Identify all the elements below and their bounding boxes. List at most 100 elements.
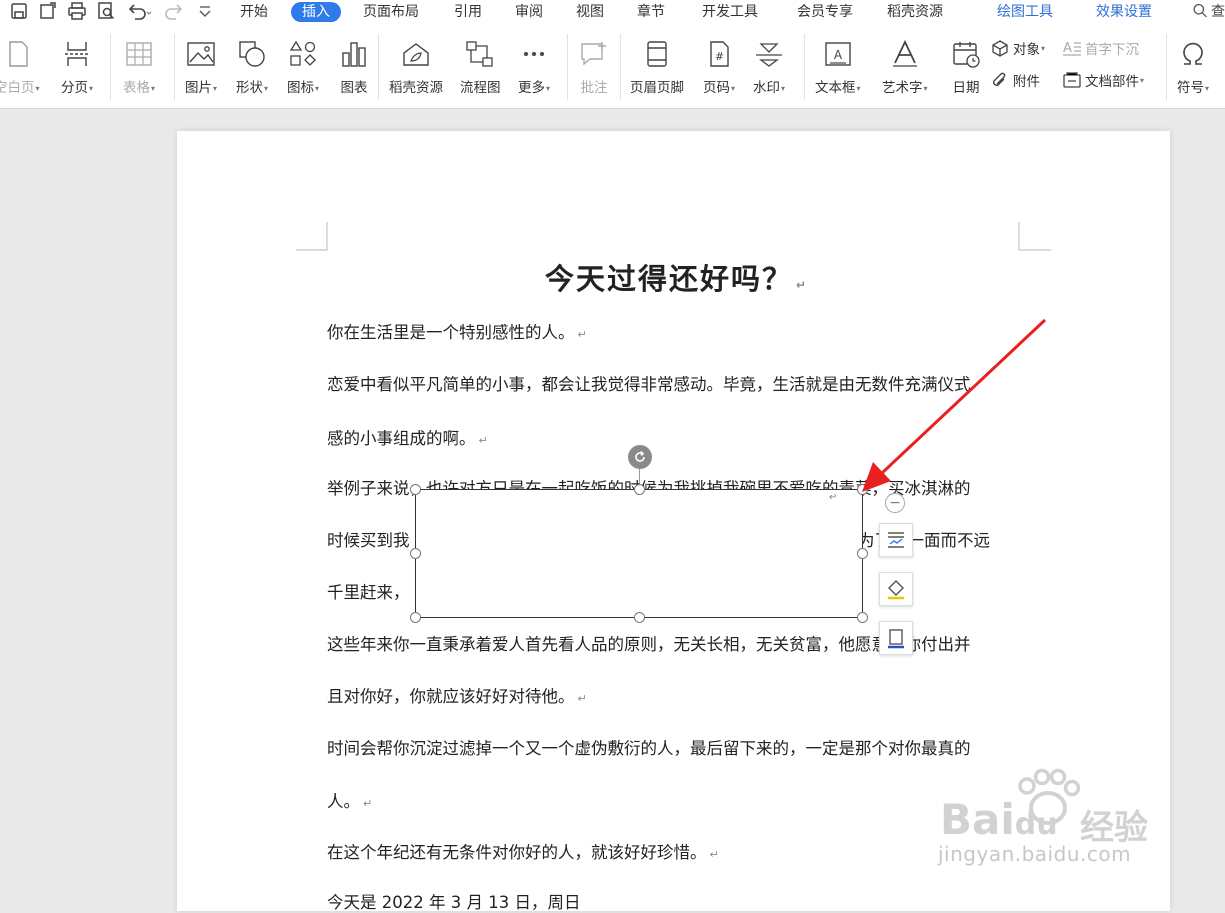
doc-parts-button[interactable]: 文档部件 ▾ <box>1062 70 1144 90</box>
export-pdf-icon[interactable] <box>37 0 59 22</box>
tab-home[interactable]: 开始 <box>240 2 268 22</box>
page-break-button[interactable]: 分页▾ <box>60 38 94 96</box>
header-footer-button[interactable]: 页眉页脚 <box>630 38 684 96</box>
date-button[interactable]: 日期 <box>949 38 983 96</box>
blank-page-button[interactable]: 空白页▾ <box>0 38 40 96</box>
daoke-resources-icon <box>399 38 433 70</box>
paragraph-4-line-1[interactable]: 这些年来你一直秉承着爱人首先看人品的原则，无关长相，无关贫富，他愿意为你付出并 <box>327 631 971 655</box>
calendar-icon <box>949 38 983 70</box>
picture-label: 图片 <box>184 80 212 96</box>
more-button[interactable]: 更多▾ <box>517 38 551 96</box>
paragraph-5-line-2[interactable]: 人。 ↵ <box>327 788 372 812</box>
page-number-button[interactable]: # 页码▾ <box>702 38 736 96</box>
crop-mark-top-right <box>1018 222 1051 251</box>
attachment-button[interactable]: 附件 <box>990 70 1040 90</box>
shape-button[interactable]: 形状▾ <box>235 38 269 96</box>
flowchart-label: 流程图 <box>460 80 501 96</box>
paragraph-4-line-2[interactable]: 且对你好，你就应该好好对待他。 ↵ <box>327 683 587 707</box>
object-label: 对象 <box>1013 42 1040 58</box>
svg-text:#: # <box>715 50 724 63</box>
collapse-toolbar-button[interactable]: − <box>885 493 905 513</box>
layout-options-button[interactable] <box>879 523 913 557</box>
wordart-label: 艺术字 <box>882 80 923 96</box>
tab-page-layout[interactable]: 页面布局 <box>363 2 419 22</box>
more-icon <box>517 38 551 70</box>
save-icon[interactable] <box>8 0 30 22</box>
customize-toolbar-icon[interactable] <box>195 0 215 22</box>
paragraph-6[interactable]: 在这个年纪还有无条件对你好的人，就该好好珍惜。 ↵ <box>327 839 719 863</box>
comment-icon <box>577 38 611 70</box>
shape-label: 形状 <box>235 80 263 96</box>
paragraph-2-line-1[interactable]: 恋爱中看似平凡简单的小事，都会让我觉得非常感动。毕竟，生活就是由无数件充满仪式 <box>327 371 971 395</box>
tab-drawing-tools[interactable]: 绘图工具 <box>997 2 1053 22</box>
print-preview-icon[interactable] <box>95 0 117 22</box>
selected-textbox[interactable] <box>415 489 863 618</box>
redo-icon[interactable] <box>163 0 185 22</box>
symbol-button[interactable]: 符号▾ <box>1176 38 1210 96</box>
comment-button[interactable]: 批注 <box>577 38 611 96</box>
search-icon[interactable]: 查 <box>1192 0 1225 22</box>
icon-label: 图标 <box>286 80 314 96</box>
picture-icon <box>184 38 218 70</box>
daoke-resources-button[interactable]: 稻壳资源 <box>389 38 443 96</box>
resize-handle-top[interactable] <box>634 484 645 495</box>
paw-icon <box>1018 768 1081 825</box>
anchor-mark: ↵ <box>829 492 838 503</box>
object-button[interactable]: 对象 ▾ <box>990 38 1045 58</box>
watermark-icon <box>752 38 786 70</box>
paragraph-3-line-2-left[interactable]: 时候买到我 <box>327 527 410 551</box>
drop-cap-icon: A <box>1063 41 1081 56</box>
tab-review[interactable]: 审阅 <box>515 2 543 22</box>
tab-effect-settings[interactable]: 效果设置 <box>1096 2 1152 22</box>
shape-outline-button[interactable] <box>879 621 913 655</box>
more-label: 更多 <box>517 80 545 96</box>
tab-daoke[interactable]: 稻壳资源 <box>887 2 943 22</box>
blank-page-icon <box>0 38 34 70</box>
rotate-icon <box>635 450 645 462</box>
print-icon[interactable] <box>66 0 88 22</box>
wordart-button[interactable]: 艺术字▾ <box>882 38 928 96</box>
shape-fill-button[interactable] <box>879 572 913 606</box>
header-footer-label: 页眉页脚 <box>630 80 684 96</box>
resize-handle-left[interactable] <box>410 548 421 559</box>
tab-references[interactable]: 引用 <box>454 2 482 22</box>
svg-text:A: A <box>1063 41 1072 56</box>
paragraph-7-date[interactable]: 今天是 2022 年 3 月 13 日，周日 <box>327 889 580 913</box>
blank-page-label: 空白页 <box>0 80 35 96</box>
paragraph-3-line-2-right[interactable]: 为了我一面而不远 <box>858 527 990 551</box>
omega-icon <box>1176 38 1210 70</box>
textbox-label: 文本框 <box>815 80 856 96</box>
doc-parts-icon <box>1063 72 1081 88</box>
icon-button[interactable]: 图标▾ <box>286 38 320 96</box>
resize-handle-top-right[interactable] <box>857 484 868 495</box>
picture-button[interactable]: 图片▾ <box>184 38 218 96</box>
drop-cap-button[interactable]: A 首字下沉 <box>1062 38 1139 58</box>
resize-handle-top-left[interactable] <box>410 484 421 495</box>
watermark-url: jingyan.baidu.com <box>938 842 1132 866</box>
paragraph-1[interactable]: 你在生活里是一个特别感性的人。 ↵ <box>327 319 587 343</box>
tab-developer[interactable]: 开发工具 <box>702 2 758 22</box>
page-break-icon <box>60 38 94 70</box>
undo-icon[interactable] <box>124 0 156 22</box>
daoke-resources-label: 稻壳资源 <box>389 80 443 96</box>
document-title[interactable]: 今天过得还好吗？ ↵ <box>545 256 808 298</box>
tab-insert[interactable]: 插入 <box>291 2 341 22</box>
paragraph-5-line-1[interactable]: 时间会帮你沉淀过滤掉一个又一个虚伪敷衍的人，最后留下来的，一定是那个对你最真的 <box>327 735 971 759</box>
resize-handle-bottom[interactable] <box>634 612 645 623</box>
flowchart-button[interactable]: 流程图 <box>460 38 501 96</box>
resize-handle-right[interactable] <box>857 548 868 559</box>
tab-member[interactable]: 会员专享 <box>797 2 853 22</box>
tab-view[interactable]: 视图 <box>576 2 604 22</box>
resize-handle-bottom-right[interactable] <box>857 612 868 623</box>
table-button[interactable]: 表格▾ <box>122 38 156 96</box>
textbox-button[interactable]: A 文本框▾ <box>815 38 861 96</box>
chart-button[interactable]: 图表 <box>337 38 371 96</box>
paragraph-3-line-3[interactable]: 千里赶来， <box>327 579 410 603</box>
table-icon <box>122 38 156 70</box>
watermark-button[interactable]: 水印▾ <box>752 38 786 96</box>
paragraph-2-line-2[interactable]: 感的小事组成的啊。 ↵ <box>327 425 488 449</box>
rotate-handle[interactable] <box>628 445 652 469</box>
resize-handle-bottom-left[interactable] <box>410 612 421 623</box>
paperclip-icon <box>993 72 1006 86</box>
tab-chapter[interactable]: 章节 <box>637 2 665 22</box>
